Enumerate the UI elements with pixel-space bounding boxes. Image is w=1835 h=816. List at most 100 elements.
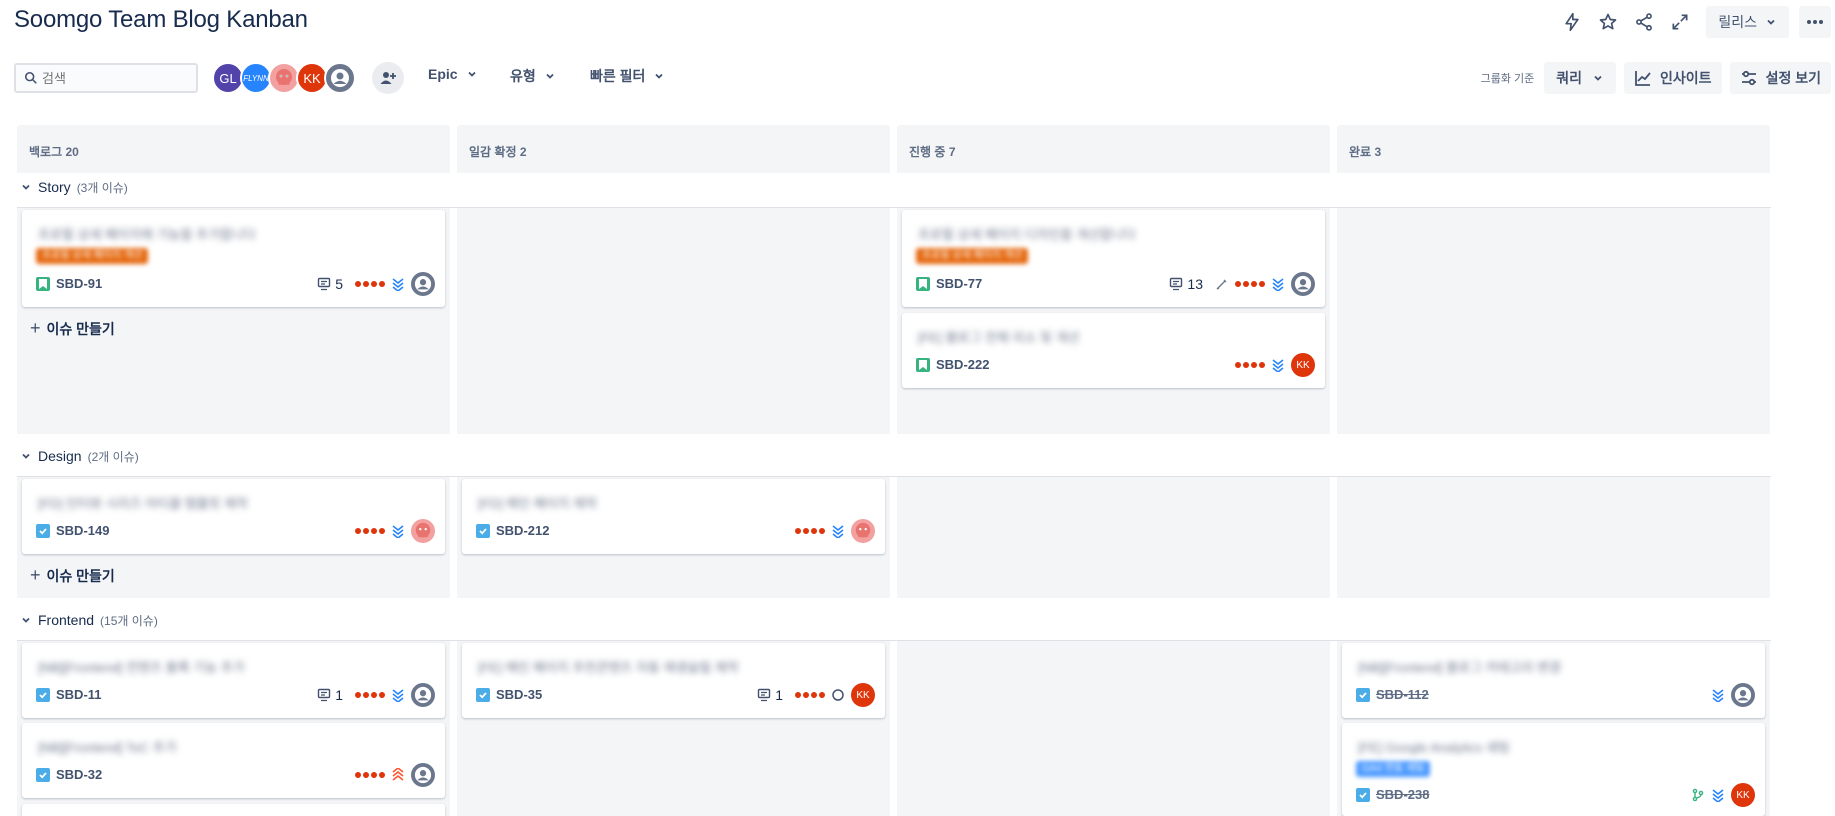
issue-card-sbd-91[interactable]: 프로필 상세 페이지에 기능을 추가합니다 프로필 상세 페이지 개선 SBD-… <box>22 210 445 307</box>
person-icon <box>1294 275 1312 293</box>
filter-label: 빠른 필터 <box>590 68 646 84</box>
chevron-down-icon <box>22 617 30 623</box>
pencil-icon <box>1216 279 1227 290</box>
person-icon <box>414 766 432 784</box>
epic-tag: 프로필 상세 페이지 개선 <box>916 248 1029 264</box>
priority-lowest-icon <box>832 525 844 538</box>
issue-key-row: SBD-35 <box>476 687 542 702</box>
type-filter[interactable]: 유형 <box>510 66 556 86</box>
issue-summary: [FE] 블로그 전체 리소 및 개선 <box>918 330 1080 345</box>
quick-filter[interactable]: 빠른 필터 <box>590 66 665 86</box>
page-title: Soomgo Team Blog Kanban <box>14 6 308 33</box>
avatar-unassigned[interactable] <box>1291 272 1315 296</box>
comment-icon <box>1170 277 1183 291</box>
more-button[interactable] <box>1799 6 1831 38</box>
issue-key: SBD-149 <box>56 523 110 538</box>
star-icon <box>1600 13 1617 30</box>
cell-design-in-progress <box>897 477 1330 598</box>
create-issue-button[interactable]: + 이슈 만들기 <box>30 565 115 586</box>
issue-card-sbd-212[interactable]: [FD] 메인 페이지 제작 SBD-212 <box>462 479 885 554</box>
chevron-down-icon <box>1767 19 1775 25</box>
release-dropdown[interactable]: 릴리스 <box>1706 6 1789 38</box>
issue-key-row: SBD-238 <box>1356 787 1429 802</box>
swimlane-count: (2개 이슈) <box>87 449 139 464</box>
avatar-octopus[interactable] <box>411 519 435 543</box>
issue-card-sbd-238[interactable]: [FE] Google Analytics 세팅 GA4 연동 세팅 SBD-2… <box>1342 723 1765 816</box>
fullscreen-button[interactable] <box>1664 6 1696 38</box>
group-by-dropdown[interactable]: 쿼리 <box>1544 62 1617 94</box>
branch-icon <box>1692 788 1704 802</box>
epic-filter[interactable]: Epic <box>428 66 478 82</box>
issue-summary: [FE] 메인 페이지 추천콘텐츠 자동 재생슬릴 제작 <box>478 660 739 675</box>
issue-key-row: SBD-112 <box>1356 687 1429 702</box>
avatar-initials: KK <box>1296 359 1310 371</box>
task-icon <box>36 523 50 538</box>
task-icon <box>1356 687 1370 702</box>
priority-dots <box>1235 362 1265 368</box>
issue-meta: 1 KK <box>757 683 875 707</box>
issue-card-sbd-32[interactable]: [NB][Frontend] ToC 추가 SBD-32 <box>22 723 445 798</box>
task-icon <box>36 767 50 782</box>
column-count: 2 <box>519 145 527 159</box>
issue-card-sbd-112[interactable]: [NB][Frontend] 블로그 카테고리 변경 SBD-112 <box>1342 643 1765 718</box>
swimlane-story-toggle[interactable]: Story (3개 이슈) <box>20 176 128 198</box>
view-settings-button[interactable]: 설정 보기 <box>1729 62 1831 94</box>
search-icon <box>24 71 37 84</box>
story-icon <box>36 276 50 291</box>
column-count: 7 <box>948 145 956 159</box>
column-header-done: 완료 3 <box>1337 125 1770 173</box>
issue-card-sbd-77[interactable]: 프로필 상세 페이지 디자인을 개선합니다 프로필 상세 페이지 개선 SBD-… <box>902 210 1325 307</box>
issue-key: SBD-35 <box>496 687 543 702</box>
column-title: 일감 확정 <box>469 145 517 159</box>
avatar-unassigned[interactable] <box>411 683 435 707</box>
issue-key-row: SBD-212 <box>476 523 549 538</box>
person-icon <box>414 686 432 704</box>
task-icon <box>36 687 50 702</box>
swimlane-count: (15개 이슈) <box>100 613 158 628</box>
priority-lowest-icon <box>392 689 404 702</box>
cell-design-done <box>1337 477 1770 598</box>
issue-key-row: SBD-11 <box>36 687 102 702</box>
avatar-initials: KK <box>1736 789 1750 801</box>
search-input[interactable] <box>42 70 192 86</box>
release-label: 릴리스 <box>1718 14 1757 30</box>
issue-meta: 5 <box>317 272 435 296</box>
issue-key: SBD-77 <box>936 276 983 291</box>
avatar-octopus[interactable] <box>851 519 875 543</box>
issue-key: SBD-238 <box>1376 787 1430 802</box>
automation-button[interactable] <box>1556 6 1588 38</box>
chevron-down-icon <box>655 73 664 79</box>
task-icon <box>1356 787 1370 802</box>
star-button[interactable] <box>1592 6 1624 38</box>
issue-card-sbd-11[interactable]: [NB][Frontend] 컨텐츠 블록 기능 추가 SBD-11 1 <box>22 643 445 718</box>
issue-summary: [NB][Frontend] ToC 추가 <box>38 740 177 755</box>
avatar-kk[interactable]: KK <box>1291 353 1315 377</box>
plus-icon: + <box>30 318 41 338</box>
issue-card-partial[interactable] <box>22 804 445 816</box>
issue-key-row: SBD-77 <box>916 276 982 291</box>
issue-card-sbd-222[interactable]: [FE] 블로그 전체 리소 및 개선 SBD-222 KK <box>902 313 1325 388</box>
create-issue-button[interactable]: + 이슈 만들기 <box>30 318 115 339</box>
issue-summary: 프로필 상세 페이지에 기능을 추가합니다 <box>38 227 256 242</box>
priority-dots <box>355 528 385 534</box>
avatar-kk[interactable]: KK <box>1731 783 1755 807</box>
chevron-down-icon <box>22 453 30 459</box>
avatar-unassigned[interactable] <box>324 62 356 94</box>
issue-card-sbd-149[interactable]: [FD] 인터뷰 시리즈 아티클 템플릿 제작 SBD-149 <box>22 479 445 554</box>
priority-dots <box>795 528 825 534</box>
column-title: 진행 중 <box>909 145 946 159</box>
swimlane-design-toggle[interactable]: Design (2개 이슈) <box>20 445 139 467</box>
avatar-unassigned[interactable] <box>1731 683 1755 707</box>
priority-highest-icon <box>392 768 404 781</box>
priority-lowest-icon <box>392 278 404 291</box>
search-box[interactable] <box>14 63 198 93</box>
issue-card-sbd-35[interactable]: [FE] 메인 페이지 추천콘텐츠 자동 재생슬릴 제작 SBD-35 1 KK <box>462 643 885 718</box>
avatar-kk[interactable]: KK <box>851 683 875 707</box>
share-button[interactable] <box>1628 6 1660 38</box>
avatar-unassigned[interactable] <box>411 272 435 296</box>
swimlane-frontend-toggle[interactable]: Frontend (15개 이슈) <box>20 609 158 631</box>
insight-button[interactable]: 인사이트 <box>1624 62 1722 94</box>
avatar-unassigned[interactable] <box>411 763 435 787</box>
cell-story-done <box>1337 208 1770 434</box>
add-people-button[interactable] <box>372 62 404 94</box>
